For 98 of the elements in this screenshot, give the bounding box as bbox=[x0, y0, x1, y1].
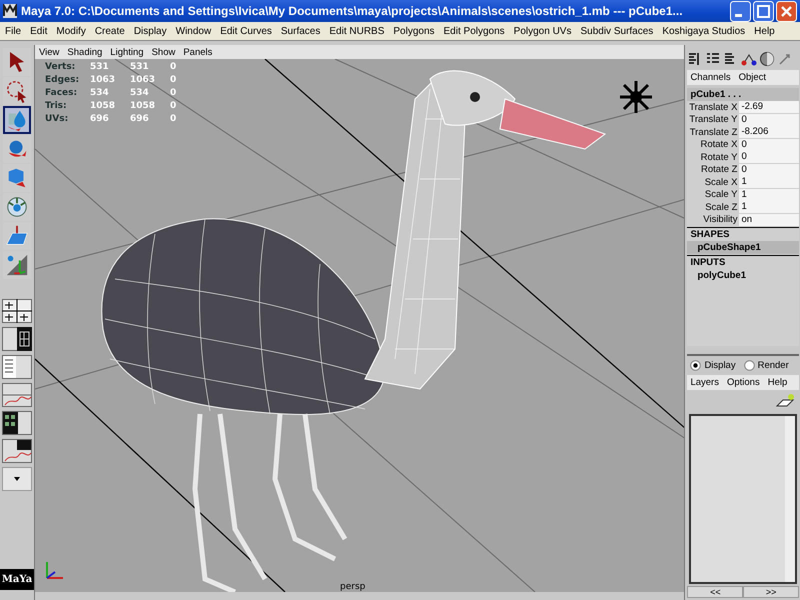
menu-item[interactable]: Polygon UVs bbox=[514, 26, 572, 36]
stat-value: 1063 bbox=[90, 75, 116, 85]
tool-button[interactable] bbox=[3, 48, 31, 76]
menu-item[interactable]: Window bbox=[176, 26, 212, 36]
menu-item[interactable]: Polygons bbox=[393, 26, 435, 36]
panel-menu-item[interactable]: Panels bbox=[183, 46, 212, 58]
stat-value: 531 bbox=[130, 62, 150, 72]
menu-item[interactable]: Surfaces bbox=[280, 26, 320, 36]
section-header: INPUTS bbox=[687, 255, 799, 269]
stat-label: Verts: bbox=[45, 62, 76, 72]
stat-value: 534 bbox=[130, 88, 150, 98]
stat-label: Faces: bbox=[45, 88, 78, 98]
menu-item[interactable]: Subdiv Surfaces bbox=[580, 26, 654, 36]
attribute-name: Translate Y bbox=[688, 114, 738, 126]
stat-value: 534 bbox=[90, 88, 110, 98]
view-axis-icon bbox=[618, 79, 654, 115]
scroll-button[interactable]: << bbox=[687, 586, 744, 598]
menu-item[interactable]: Edit Polygons bbox=[444, 26, 505, 36]
radio-button[interactable] bbox=[690, 360, 702, 371]
attribute-name: Visibility bbox=[702, 214, 738, 226]
camera-label: persp bbox=[340, 582, 366, 592]
tool-button[interactable] bbox=[3, 193, 31, 221]
node-name[interactable]: pCube1 . . . bbox=[687, 88, 799, 101]
node-item[interactable]: pCubeShape1 bbox=[687, 241, 799, 254]
menu-item[interactable]: Edit NURBS bbox=[329, 26, 384, 36]
stat-label: UVs: bbox=[45, 114, 70, 124]
tool-button[interactable] bbox=[3, 77, 31, 105]
attribute-name: Rotate Y bbox=[700, 152, 738, 163]
attribute-name: Translate X bbox=[688, 102, 738, 113]
panel-menu-item[interactable]: Shading bbox=[67, 46, 102, 58]
layer-menu-item[interactable]: Layers bbox=[690, 377, 719, 388]
hypershade-layout-icon[interactable] bbox=[2, 411, 32, 435]
panel-menu-item[interactable]: Show bbox=[152, 46, 176, 58]
graph-layout-icon[interactable] bbox=[2, 439, 32, 463]
axis-tool-icon bbox=[5, 252, 29, 278]
channel-menu-item[interactable]: Object bbox=[738, 72, 766, 83]
attribute-name: Scale X bbox=[704, 176, 738, 188]
tool-button[interactable] bbox=[3, 106, 31, 134]
four-view-layout-icon[interactable] bbox=[2, 299, 32, 323]
outliner-layout-icon[interactable] bbox=[2, 355, 32, 379]
layer-menu-item[interactable]: Help bbox=[768, 377, 788, 388]
menu-item[interactable]: File bbox=[5, 26, 22, 36]
radio-button[interactable] bbox=[744, 360, 755, 371]
window-title: Maya 7.0: C:\Documents and Settings\Ivica\My Documents\maya\projects\Animals\scenes\ostrich_1.mb --- pCube1... bbox=[21, 4, 684, 18]
menu-item[interactable]: Help bbox=[754, 26, 775, 36]
attribute-value-field[interactable]: on bbox=[739, 214, 799, 226]
close-icon[interactable] bbox=[776, 0, 797, 22]
minimize-icon[interactable] bbox=[730, 0, 751, 22]
menu-item[interactable]: Edit bbox=[30, 26, 48, 36]
menu-item[interactable]: Modify bbox=[56, 26, 86, 36]
attribute-name: Translate Z bbox=[688, 126, 738, 138]
channel-menu-item[interactable]: Channels bbox=[690, 72, 731, 83]
panel-menu-item[interactable]: View bbox=[39, 46, 60, 58]
radio-label[interactable]: Display bbox=[704, 360, 736, 371]
stat-value: 0 bbox=[170, 62, 178, 72]
app-logo-icon bbox=[3, 4, 17, 18]
3d-viewport[interactable]: Verts: 531 531 0 Edges: 1063 1063 0 Faces: 534 534 0 Tris: 1058 1058 0 UVs: 696 696 0 persp bbox=[35, 59, 684, 592]
layer-menu-item[interactable]: Options bbox=[726, 377, 760, 388]
lasso-icon bbox=[5, 78, 29, 104]
stat-label: Edges: bbox=[45, 75, 80, 85]
stat-value: 696 bbox=[130, 114, 150, 124]
menu-item[interactable]: Edit Curves bbox=[220, 26, 272, 36]
attribute-value-field[interactable]: -8.206 bbox=[739, 126, 799, 138]
menu-item[interactable]: Koshigaya Studios bbox=[662, 26, 746, 36]
stat-value: 531 bbox=[90, 62, 110, 72]
attribute-value-field[interactable]: 0 bbox=[739, 114, 799, 126]
maximize-icon[interactable] bbox=[753, 0, 774, 22]
maya-logo: MaYa bbox=[0, 569, 34, 590]
stat-value: 1058 bbox=[90, 101, 116, 111]
stat-value: 0 bbox=[170, 114, 178, 124]
node-item[interactable]: polyCube1 bbox=[687, 269, 799, 282]
attribute-value-field[interactable]: 1 bbox=[739, 201, 799, 214]
attribute-name: Rotate X bbox=[699, 139, 738, 150]
attribute-value-field[interactable]: -2.69 bbox=[739, 101, 799, 114]
attribute-value-field[interactable]: 0 bbox=[739, 164, 799, 176]
attribute-value-field[interactable]: 0 bbox=[739, 151, 799, 164]
split-layout-icon[interactable] bbox=[2, 327, 32, 351]
stat-label: Tris: bbox=[45, 101, 68, 111]
stat-value: 0 bbox=[170, 88, 178, 98]
radio-label[interactable]: Render bbox=[758, 360, 789, 371]
attribute-name: Scale Z bbox=[704, 202, 738, 213]
menu-item[interactable]: Create bbox=[94, 26, 125, 36]
stat-value: 1058 bbox=[130, 101, 156, 111]
attribute-value-field[interactable]: 1 bbox=[739, 176, 799, 188]
stat-value: 0 bbox=[170, 101, 178, 111]
attribute-name: Rotate Z bbox=[700, 164, 738, 176]
menu-item[interactable]: Display bbox=[134, 26, 167, 36]
stat-value: 0 bbox=[170, 75, 178, 85]
attribute-value-field[interactable]: 1 bbox=[739, 188, 799, 201]
stat-value: 1063 bbox=[130, 75, 156, 85]
scrollbar[interactable] bbox=[785, 416, 795, 582]
attribute-name: Scale Y bbox=[704, 189, 738, 200]
panel-menu-item[interactable]: Lighting bbox=[110, 46, 144, 58]
tool-button[interactable] bbox=[3, 222, 31, 250]
scroll-button[interactable]: >> bbox=[743, 586, 799, 598]
sphere-icon[interactable] bbox=[759, 51, 776, 67]
stat-value: 696 bbox=[90, 114, 110, 124]
attribute-value-field[interactable]: 0 bbox=[739, 138, 799, 151]
